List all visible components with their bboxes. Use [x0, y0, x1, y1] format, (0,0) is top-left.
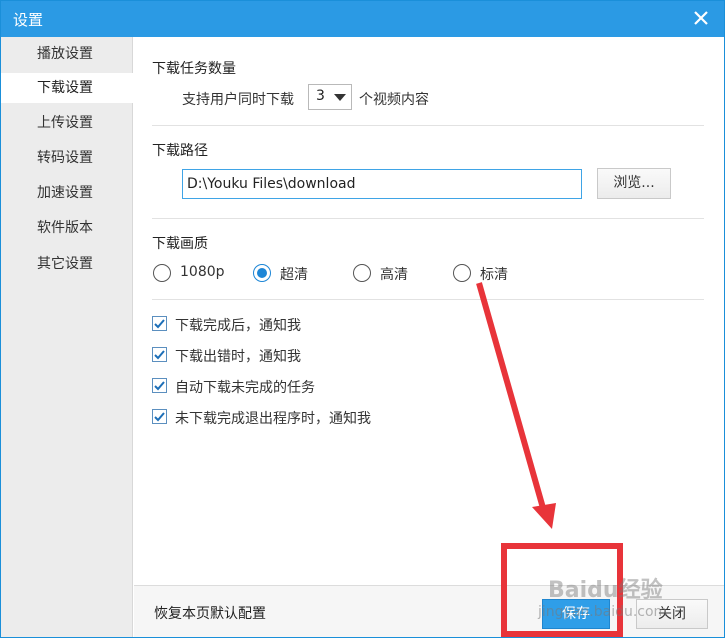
divider — [152, 125, 704, 126]
download-count-prefix: 支持用户同时下载 — [182, 92, 294, 108]
radio-super-label: 超清 — [280, 267, 308, 283]
radio-standard[interactable] — [453, 264, 471, 282]
sidebar-item-download[interactable]: 下载设置 — [1, 73, 133, 103]
auto-resume-label: 自动下载未完成的任务 — [175, 380, 315, 396]
notify-error-label: 下载出错时，通知我 — [175, 349, 301, 365]
notify-exit-label: 未下载完成退出程序时，通知我 — [175, 411, 371, 427]
checkbox-auto-resume[interactable] — [152, 378, 167, 393]
radio-super[interactable] — [253, 264, 271, 282]
radio-standard-label: 标清 — [480, 267, 508, 283]
checkbox-notify-error[interactable] — [152, 347, 167, 362]
content-panel: 下载任务数量 支持用户同时下载 3 个视频内容 下载路径 浏览... 下载画质 … — [134, 37, 724, 637]
sidebar: 播放设置 下载设置 上传设置 转码设置 加速设置 软件版本 其它设置 — [1, 37, 133, 637]
check-icon — [154, 350, 165, 360]
download-count-select[interactable]: 3 — [308, 84, 352, 110]
download-count-value: 3 — [316, 88, 325, 104]
sidebar-item-transcode[interactable]: 转码设置 — [1, 143, 133, 173]
download-path-title: 下载路径 — [152, 143, 208, 159]
browse-button[interactable]: 浏览... — [597, 168, 671, 199]
title-bar: 设置 — [1, 1, 724, 37]
download-path-input[interactable] — [182, 169, 582, 199]
check-icon — [154, 319, 165, 329]
radio-1080p-label: 1080p — [180, 264, 225, 280]
watermark-brand: Baidu经验 — [548, 578, 663, 603]
radio-1080p[interactable] — [153, 264, 171, 282]
divider — [152, 218, 704, 219]
check-icon — [154, 412, 165, 422]
sidebar-item-acceleration[interactable]: 加速设置 — [1, 178, 133, 208]
sidebar-item-playback[interactable]: 播放设置 — [1, 39, 133, 69]
check-icon — [154, 381, 165, 391]
download-quality-title: 下载画质 — [152, 236, 208, 252]
restore-defaults-link[interactable]: 恢复本页默认配置 — [154, 603, 266, 623]
sidebar-item-other[interactable]: 其它设置 — [1, 249, 133, 279]
sidebar-item-upload[interactable]: 上传设置 — [1, 108, 133, 138]
radio-high-label: 高清 — [380, 267, 408, 283]
divider — [152, 299, 704, 300]
checkbox-notify-exit[interactable] — [152, 409, 167, 424]
window-title: 设置 — [13, 11, 44, 29]
download-count-title: 下载任务数量 — [152, 61, 236, 77]
settings-window: 设置 播放设置 下载设置 上传设置 转码设置 加速设置 软件版本 其它设置 下载… — [0, 0, 725, 638]
watermark-url: jingyan.baidu.com — [538, 604, 668, 620]
chevron-down-icon — [334, 94, 346, 101]
notify-complete-label: 下载完成后，通知我 — [175, 318, 301, 334]
radio-high[interactable] — [353, 264, 371, 282]
checkbox-notify-complete[interactable] — [152, 316, 167, 331]
download-count-suffix: 个视频内容 — [359, 92, 429, 108]
sidebar-item-version[interactable]: 软件版本 — [1, 213, 133, 243]
close-icon[interactable] — [690, 7, 712, 29]
